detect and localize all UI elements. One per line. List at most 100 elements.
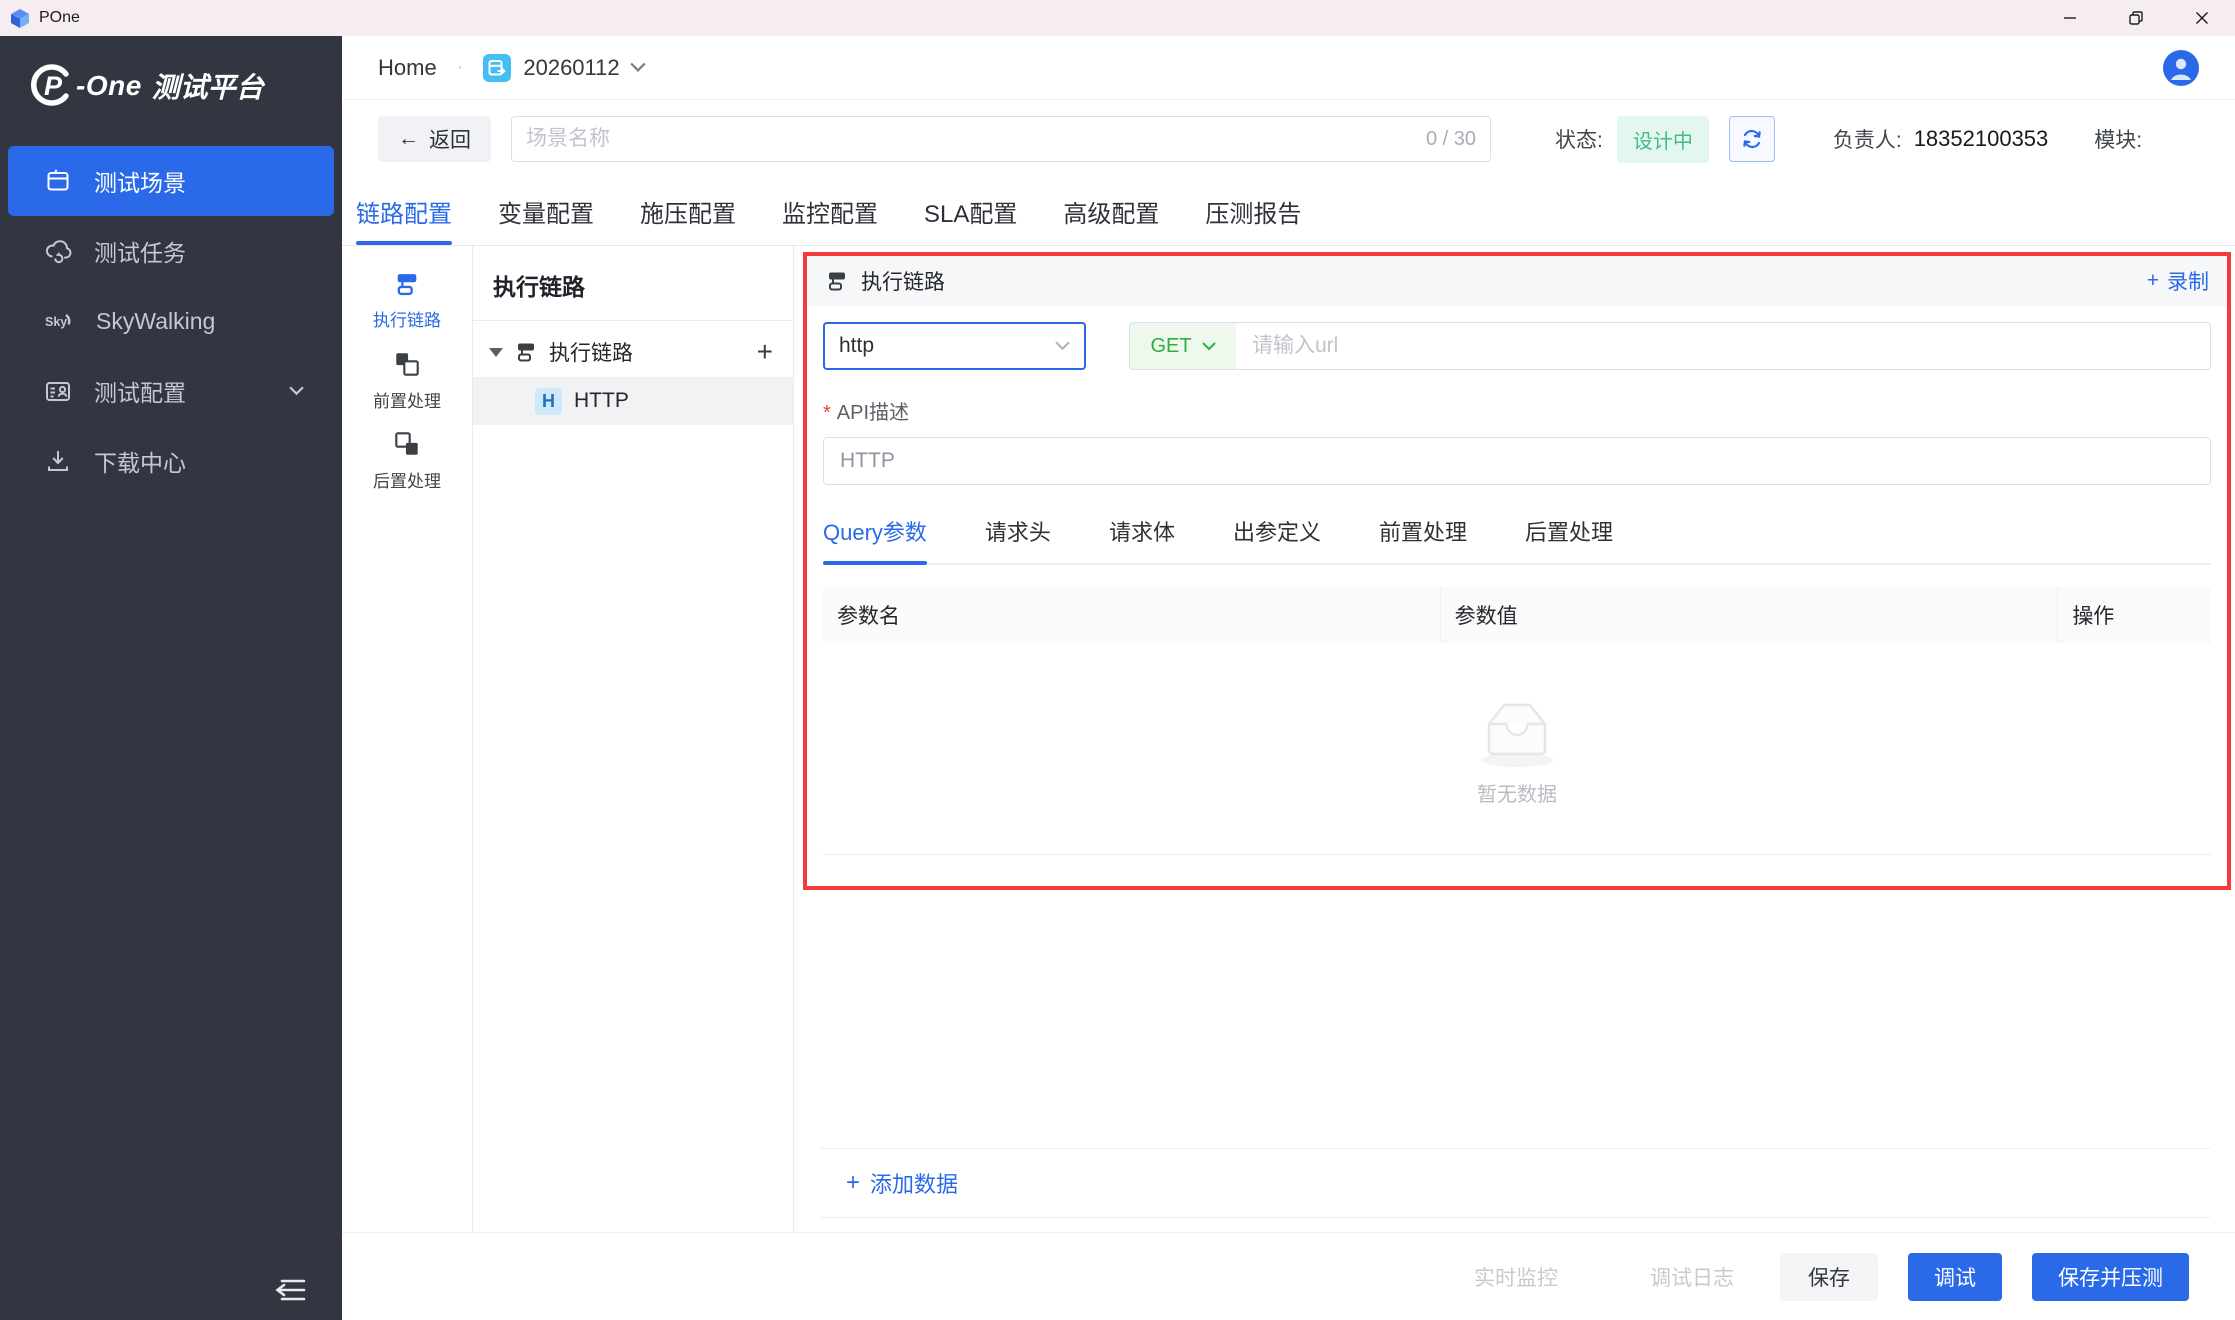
record-button[interactable]: + 录制 bbox=[2147, 266, 2209, 296]
rail-item-exec-chain[interactable]: 执行链路 bbox=[342, 260, 472, 340]
flow-chain-icon bbox=[825, 269, 849, 293]
close-icon[interactable] bbox=[2169, 0, 2235, 36]
tab-link-config[interactable]: 链路配置 bbox=[356, 178, 452, 245]
window-title: POne bbox=[39, 9, 80, 27]
url-input[interactable] bbox=[1236, 323, 2210, 369]
tab-variable-config[interactable]: 变量配置 bbox=[498, 178, 594, 245]
restore-icon[interactable] bbox=[2103, 0, 2169, 36]
sidebar: P -One 测试平台 测试场景 测试任务 bbox=[0, 36, 342, 1320]
sidebar-item-label: 下载中心 bbox=[94, 444, 186, 478]
sidebar-item-skywalking[interactable]: Sky SkyWalking bbox=[0, 286, 342, 356]
top-header: Home · 20260112 bbox=[342, 36, 2235, 100]
id-card-icon bbox=[44, 377, 72, 405]
config-tabs: 链路配置 变量配置 施压配置 监控配置 SLA配置 高级配置 压测报告 bbox=[342, 178, 2235, 246]
post-process-icon bbox=[392, 429, 422, 459]
editor-panel: 执行链路 + 录制 http bbox=[794, 246, 2235, 1232]
breadcrumb-home[interactable]: Home bbox=[378, 55, 437, 81]
sidebar-item-label: SkyWalking bbox=[96, 308, 215, 335]
protocol-select[interactable]: http bbox=[823, 322, 1086, 370]
window-titlebar: POne bbox=[0, 0, 2235, 36]
required-asterisk: * bbox=[823, 402, 831, 424]
chevron-down-icon[interactable] bbox=[630, 62, 646, 73]
exec-chain-header: 执行链路 + 录制 bbox=[807, 256, 2227, 306]
sidebar-collapse-icon[interactable] bbox=[272, 1276, 308, 1304]
subtab-query-params[interactable]: Query参数 bbox=[823, 515, 927, 563]
tab-monitor-config[interactable]: 监控配置 bbox=[782, 178, 878, 245]
plus-icon: + bbox=[846, 1169, 860, 1197]
flow-chain-icon bbox=[393, 270, 421, 298]
sidebar-item-test-task[interactable]: 测试任务 bbox=[0, 216, 342, 286]
step-rail: 执行链路 前置处理 后置处理 bbox=[342, 246, 473, 1232]
param-table-header: 参数名 参数值 操作 bbox=[823, 587, 2211, 643]
breadcrumb-scene-name[interactable]: 20260112 bbox=[523, 55, 619, 81]
tree-child-label: HTTP bbox=[574, 389, 629, 413]
status-label: 状态: bbox=[1555, 124, 1603, 154]
avatar[interactable] bbox=[2163, 50, 2199, 86]
chevron-down-icon bbox=[1055, 341, 1070, 351]
realtime-monitor-link[interactable]: 实时监控 bbox=[1474, 1262, 1558, 1292]
subtab-post-process[interactable]: 后置处理 bbox=[1525, 515, 1613, 563]
debug-button[interactable]: 调试 bbox=[1908, 1253, 2002, 1301]
sidebar-item-test-scene[interactable]: 测试场景 bbox=[8, 146, 334, 216]
tab-pressure-config[interactable]: 施压配置 bbox=[640, 178, 736, 245]
api-desc-input[interactable] bbox=[823, 437, 2211, 485]
tab-advanced-config[interactable]: 高级配置 bbox=[1063, 178, 1159, 245]
scene-doc-icon bbox=[483, 54, 511, 82]
tree-title: 执行链路 bbox=[473, 246, 793, 321]
tab-test-report[interactable]: 压测报告 bbox=[1205, 178, 1301, 245]
download-icon bbox=[44, 447, 72, 475]
tree-root-node[interactable]: 执行链路 + bbox=[473, 327, 793, 377]
empty-box-icon bbox=[1469, 690, 1565, 770]
http-badge: H bbox=[535, 388, 562, 415]
save-and-run-button[interactable]: 保存并压测 bbox=[2032, 1253, 2189, 1301]
tab-sla-config[interactable]: SLA配置 bbox=[924, 178, 1017, 245]
sidebar-item-download-center[interactable]: 下载中心 bbox=[0, 426, 342, 496]
col-param-name: 参数名 bbox=[823, 587, 1441, 643]
plus-icon: + bbox=[2147, 269, 2159, 293]
debug-log-link[interactable]: 调试日志 bbox=[1650, 1262, 1734, 1292]
save-button[interactable]: 保存 bbox=[1780, 1253, 1878, 1301]
add-node-button[interactable]: + bbox=[757, 338, 773, 366]
method-select[interactable]: GET bbox=[1130, 323, 1236, 369]
subtab-body[interactable]: 请求体 bbox=[1109, 515, 1175, 563]
back-button[interactable]: ← 返回 bbox=[378, 116, 491, 162]
svg-text:P: P bbox=[44, 71, 63, 101]
tree-node-http[interactable]: H HTTP bbox=[473, 377, 793, 425]
scene-name-field: 0 / 30 bbox=[511, 116, 1491, 162]
window-controls bbox=[2037, 0, 2235, 36]
add-data-button[interactable]: + 添加数据 bbox=[820, 1148, 2210, 1218]
request-subtabs: Query参数 请求头 请求体 出参定义 前置处理 后置处理 bbox=[823, 515, 2211, 565]
pre-process-icon bbox=[392, 349, 422, 379]
status-badge: 设计中 bbox=[1617, 116, 1709, 163]
sidebar-item-label: 测试场景 bbox=[94, 164, 186, 198]
rail-item-pre-process[interactable]: 前置处理 bbox=[342, 340, 472, 420]
api-desc-label: *API描述 bbox=[823, 396, 2211, 425]
svg-text:Sky: Sky bbox=[45, 315, 67, 329]
scene-name-input[interactable] bbox=[526, 127, 1416, 151]
exec-chain-tree-panel: 执行链路 执行链路 + H HTTP bbox=[473, 246, 794, 1232]
col-operation: 操作 bbox=[2058, 587, 2211, 643]
empty-text: 暂无数据 bbox=[1477, 778, 1557, 807]
panel-title: 执行链路 bbox=[861, 266, 945, 296]
breadcrumb-separator: · bbox=[457, 56, 464, 79]
subtab-pre-process[interactable]: 前置处理 bbox=[1379, 515, 1467, 563]
param-table-empty: 暂无数据 bbox=[823, 643, 2211, 855]
sidebar-item-test-config[interactable]: 测试配置 bbox=[0, 356, 342, 426]
rail-item-post-process[interactable]: 后置处理 bbox=[342, 420, 472, 500]
scene-box-icon bbox=[44, 167, 72, 195]
minimize-icon[interactable] bbox=[2037, 0, 2103, 36]
refresh-icon bbox=[1740, 127, 1764, 151]
annotation-highlight-box: 执行链路 + 录制 http bbox=[803, 252, 2231, 890]
app-cube-icon bbox=[10, 8, 30, 28]
url-input-group: GET bbox=[1129, 322, 2211, 370]
scene-toolbar: ← 返回 0 / 30 状态: 设计中 负责人: 18352100353 模块: bbox=[342, 100, 2235, 178]
caret-down-icon[interactable] bbox=[489, 348, 503, 357]
refresh-button[interactable] bbox=[1729, 116, 1775, 162]
sidebar-menu: 测试场景 测试任务 Sky SkyWalking bbox=[0, 146, 342, 496]
tree-root-label: 执行链路 bbox=[549, 337, 633, 367]
subtab-output-params[interactable]: 出参定义 bbox=[1233, 515, 1321, 563]
subtab-headers[interactable]: 请求头 bbox=[985, 515, 1051, 563]
logo-one-text: -One bbox=[76, 70, 142, 102]
action-bar: 实时监控 调试日志 保存 调试 保存并压测 bbox=[342, 1232, 2235, 1320]
flow-chain-icon bbox=[514, 340, 538, 364]
